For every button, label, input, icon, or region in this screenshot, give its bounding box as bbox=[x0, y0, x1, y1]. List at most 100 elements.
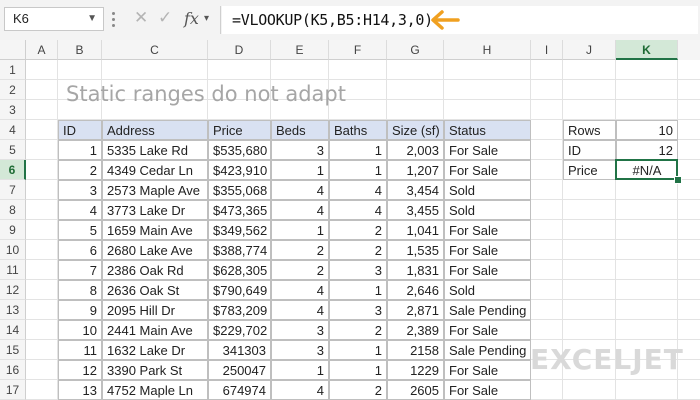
table-cell[interactable]: 1,831 bbox=[387, 260, 444, 280]
table-cell[interactable]: 4 bbox=[329, 180, 387, 200]
table-header-cell[interactable]: ID bbox=[58, 120, 102, 140]
table-cell[interactable]: 4 bbox=[271, 280, 329, 300]
table-cell[interactable]: 5335 Lake Rd bbox=[102, 140, 208, 160]
table-cell[interactable]: 250047 bbox=[208, 360, 271, 380]
table-header-cell[interactable]: Beds bbox=[271, 120, 329, 140]
table-cell[interactable]: 11 bbox=[58, 340, 102, 360]
table-cell[interactable]: $229,702 bbox=[208, 320, 271, 340]
table-cell[interactable]: 2441 Main Ave bbox=[102, 320, 208, 340]
table-header-cell[interactable]: Status bbox=[444, 120, 531, 140]
table-cell[interactable]: 4 bbox=[329, 200, 387, 220]
table-cell[interactable]: 1 bbox=[271, 220, 329, 240]
id-label-cell[interactable]: ID bbox=[563, 140, 616, 160]
table-cell[interactable]: 2 bbox=[271, 240, 329, 260]
table-cell[interactable]: For Sale bbox=[444, 160, 531, 180]
table-cell[interactable]: $535,680 bbox=[208, 140, 271, 160]
table-cell[interactable]: 1 bbox=[271, 360, 329, 380]
table-cell[interactable]: 8 bbox=[58, 280, 102, 300]
table-cell[interactable]: 2,003 bbox=[387, 140, 444, 160]
table-cell[interactable]: 3 bbox=[271, 320, 329, 340]
table-cell[interactable]: 1,535 bbox=[387, 240, 444, 260]
table-cell[interactable]: 12 bbox=[58, 360, 102, 380]
table-cell[interactable]: 5 bbox=[58, 220, 102, 240]
table-cell[interactable]: 3,455 bbox=[387, 200, 444, 220]
table-header-cell[interactable]: Size (sf) bbox=[387, 120, 444, 140]
table-cell[interactable]: 2 bbox=[329, 380, 387, 400]
table-cell[interactable]: 3773 Lake Dr bbox=[102, 200, 208, 220]
table-cell[interactable]: 1 bbox=[58, 140, 102, 160]
table-cell[interactable]: 3 bbox=[58, 180, 102, 200]
table-cell[interactable]: 2 bbox=[329, 220, 387, 240]
table-cell[interactable]: 4349 Cedar Ln bbox=[102, 160, 208, 180]
table-cell[interactable]: 4752 Maple Ln bbox=[102, 380, 208, 400]
id-value-cell[interactable]: 12 bbox=[616, 140, 678, 160]
table-cell[interactable]: 1659 Main Ave bbox=[102, 220, 208, 240]
table-cell[interactable]: 1 bbox=[329, 340, 387, 360]
table-cell[interactable]: 2 bbox=[329, 240, 387, 260]
table-cell[interactable]: 2,871 bbox=[387, 300, 444, 320]
table-cell[interactable]: 2158 bbox=[387, 340, 444, 360]
table-cell[interactable]: Sold bbox=[444, 180, 531, 200]
table-cell[interactable]: 2605 bbox=[387, 380, 444, 400]
table-cell[interactable]: 2 bbox=[271, 260, 329, 280]
table-cell[interactable]: 3 bbox=[329, 300, 387, 320]
table-cell[interactable]: For Sale bbox=[444, 140, 531, 160]
table-cell[interactable]: For Sale bbox=[444, 320, 531, 340]
table-cell[interactable]: $349,562 bbox=[208, 220, 271, 240]
table-cell[interactable]: 13 bbox=[58, 380, 102, 400]
table-cell[interactable]: 2573 Maple Ave bbox=[102, 180, 208, 200]
table-cell[interactable]: 2 bbox=[58, 160, 102, 180]
table-cell[interactable]: 4 bbox=[58, 200, 102, 220]
table-cell[interactable]: $355,068 bbox=[208, 180, 271, 200]
rows-label-cell[interactable]: Rows bbox=[563, 120, 616, 140]
table-cell[interactable]: 2386 Oak Rd bbox=[102, 260, 208, 280]
table-cell[interactable]: $388,774 bbox=[208, 240, 271, 260]
table-cell[interactable]: For Sale bbox=[444, 360, 531, 380]
table-cell[interactable]: 3 bbox=[271, 140, 329, 160]
table-cell[interactable]: 4 bbox=[271, 380, 329, 400]
table-header-cell[interactable]: Price bbox=[208, 120, 271, 140]
table-cell[interactable]: 2636 Oak St bbox=[102, 280, 208, 300]
table-cell[interactable]: For Sale bbox=[444, 240, 531, 260]
table-cell[interactable]: 1 bbox=[271, 160, 329, 180]
table-cell[interactable]: 3 bbox=[271, 340, 329, 360]
table-cell[interactable]: 4 bbox=[271, 200, 329, 220]
table-cell[interactable]: Sale Pending bbox=[444, 300, 531, 320]
table-cell[interactable]: $783,209 bbox=[208, 300, 271, 320]
table-cell[interactable]: 341303 bbox=[208, 340, 271, 360]
table-cell[interactable]: 4 bbox=[271, 180, 329, 200]
table-cell[interactable]: 3 bbox=[329, 260, 387, 280]
active-cell-selection[interactable] bbox=[615, 159, 678, 180]
table-cell[interactable]: 2095 Hill Dr bbox=[102, 300, 208, 320]
table-cell[interactable]: 2680 Lake Ave bbox=[102, 240, 208, 260]
table-cell[interactable]: 9 bbox=[58, 300, 102, 320]
table-cell[interactable]: For Sale bbox=[444, 380, 531, 400]
table-cell[interactable]: For Sale bbox=[444, 260, 531, 280]
table-cell[interactable]: 1229 bbox=[387, 360, 444, 380]
table-cell[interactable]: 3390 Park St bbox=[102, 360, 208, 380]
table-cell[interactable]: 4 bbox=[271, 300, 329, 320]
table-cell[interactable]: 1 bbox=[329, 140, 387, 160]
rows-value-cell[interactable]: 10 bbox=[616, 120, 678, 140]
table-header-cell[interactable]: Baths bbox=[329, 120, 387, 140]
table-cell[interactable]: 6 bbox=[58, 240, 102, 260]
table-cell[interactable]: 2,646 bbox=[387, 280, 444, 300]
table-cell[interactable]: 674974 bbox=[208, 380, 271, 400]
table-cell[interactable]: 2 bbox=[329, 320, 387, 340]
table-cell[interactable]: 1 bbox=[329, 360, 387, 380]
table-cell[interactable]: For Sale bbox=[444, 220, 531, 240]
table-cell[interactable]: 1632 Lake Dr bbox=[102, 340, 208, 360]
table-header-cell[interactable]: Address bbox=[102, 120, 208, 140]
table-cell[interactable]: 1 bbox=[329, 280, 387, 300]
table-cell[interactable]: Sold bbox=[444, 280, 531, 300]
table-cell[interactable]: Sold bbox=[444, 200, 531, 220]
table-cell[interactable]: $628,305 bbox=[208, 260, 271, 280]
table-cell[interactable]: $473,365 bbox=[208, 200, 271, 220]
table-cell[interactable]: 1,207 bbox=[387, 160, 444, 180]
table-cell[interactable]: 2,389 bbox=[387, 320, 444, 340]
table-cell[interactable]: $790,649 bbox=[208, 280, 271, 300]
price-label-cell[interactable]: Price bbox=[563, 160, 616, 180]
table-cell[interactable]: 1,041 bbox=[387, 220, 444, 240]
table-cell[interactable]: 1 bbox=[329, 160, 387, 180]
fill-handle[interactable] bbox=[674, 176, 682, 184]
